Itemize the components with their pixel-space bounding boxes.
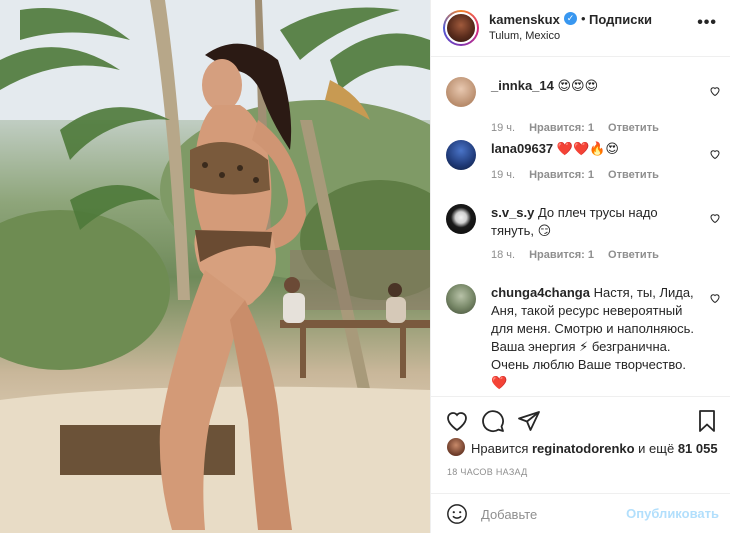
post-photo-illustration — [0, 0, 430, 533]
comment-likes[interactable]: Нравится: 1 — [529, 249, 594, 261]
post-actions: Нравится reginatodorenko и ещё 81 055 18… — [431, 396, 730, 496]
reply-button[interactable]: Ответить — [608, 169, 659, 181]
comment-body: ❤️❤️🔥😍 — [553, 141, 619, 156]
post-header: kamenskux ✓ • Подписки Tulum, Mexico ••• — [431, 0, 730, 57]
commenter-avatar[interactable] — [446, 140, 476, 170]
like-heart-icon[interactable] — [445, 409, 469, 433]
liker-username[interactable]: reginatodorenko — [532, 441, 635, 456]
post-timestamp[interactable]: 18 ЧАСОВ НАЗАД — [447, 467, 528, 477]
like-comment-heart-icon[interactable] — [709, 292, 721, 304]
following-button[interactable]: Подписки — [589, 12, 652, 27]
reply-button[interactable]: Ответить — [608, 249, 659, 261]
likes-summary[interactable]: Нравится reginatodorenko и ещё 81 055 — [471, 441, 718, 456]
likes-prefix: Нравится — [471, 441, 532, 456]
author-username[interactable]: kamenskux — [489, 12, 560, 27]
commenter-username[interactable]: chunga4changa — [491, 285, 590, 300]
post-photo[interactable] — [0, 0, 430, 533]
instagram-post: kamenskux ✓ • Подписки Tulum, Mexico •••… — [0, 0, 730, 533]
comment-time[interactable]: 19 ч. — [491, 122, 515, 134]
comment-time[interactable]: 18 ч. — [491, 249, 515, 261]
comment-body: Настя, ты, Лида, Аня, такой ресурс невер… — [491, 285, 694, 390]
comment-likes[interactable]: Нравится: 1 — [529, 122, 594, 134]
like-comment-heart-icon[interactable] — [709, 148, 721, 160]
publish-button[interactable]: Опубликовать — [626, 506, 719, 521]
comment-likes[interactable]: Нравится: 1 — [529, 169, 594, 181]
comment-text: _innka_14 😍😍😍 — [491, 77, 701, 95]
verified-badge-icon: ✓ — [564, 12, 577, 25]
comment-body: 😍😍😍 — [553, 78, 599, 93]
save-bookmark-icon[interactable] — [695, 409, 719, 433]
author-avatar[interactable] — [443, 10, 479, 46]
comment-time[interactable]: 19 ч. — [491, 169, 515, 181]
comment-meta: 18 ч. Нравится: 1 Ответить — [491, 249, 673, 261]
comment-bubble-icon[interactable] — [481, 409, 505, 433]
commenter-avatar[interactable] — [446, 204, 476, 234]
separator-dot: • — [581, 11, 586, 26]
comment-text: s.v_s.y До плеч трусы надо тянуть, 😏 — [491, 204, 701, 240]
add-comment-bar: Опубликовать — [431, 493, 730, 533]
commenter-username[interactable]: _innka_14 — [491, 78, 554, 93]
comment-text: chunga4changa Настя, ты, Лида, Аня, тако… — [491, 284, 701, 392]
comment-meta: 19 ч. Нравится: 1 Ответить — [491, 169, 673, 181]
emoji-smile-icon[interactable] — [446, 503, 468, 525]
likes-count[interactable]: 81 055 — [678, 441, 718, 456]
like-comment-heart-icon[interactable] — [709, 212, 721, 224]
post-location[interactable]: Tulum, Mexico — [489, 30, 560, 42]
comment-text: lana09637 ❤️❤️🔥😍 — [491, 140, 701, 158]
likes-mid: и ещё — [634, 441, 678, 456]
post-side-panel: kamenskux ✓ • Подписки Tulum, Mexico •••… — [430, 0, 730, 533]
more-options-icon[interactable]: ••• — [697, 14, 717, 32]
commenter-username[interactable]: lana09637 — [491, 141, 553, 156]
commenter-avatar[interactable] — [446, 77, 476, 107]
comments-list[interactable]: _innka_14 😍😍😍 19 ч. Нравится: 1 Ответить l… — [431, 58, 730, 396]
reply-button[interactable]: Ответить — [608, 122, 659, 134]
commenter-avatar[interactable] — [446, 284, 476, 314]
like-comment-heart-icon[interactable] — [709, 85, 721, 97]
commenter-username[interactable]: s.v_s.y — [491, 205, 534, 220]
comment-meta: 19 ч. Нравится: 1 Ответить — [491, 122, 673, 134]
liker-avatar[interactable] — [447, 438, 465, 456]
share-send-icon[interactable] — [517, 409, 541, 433]
